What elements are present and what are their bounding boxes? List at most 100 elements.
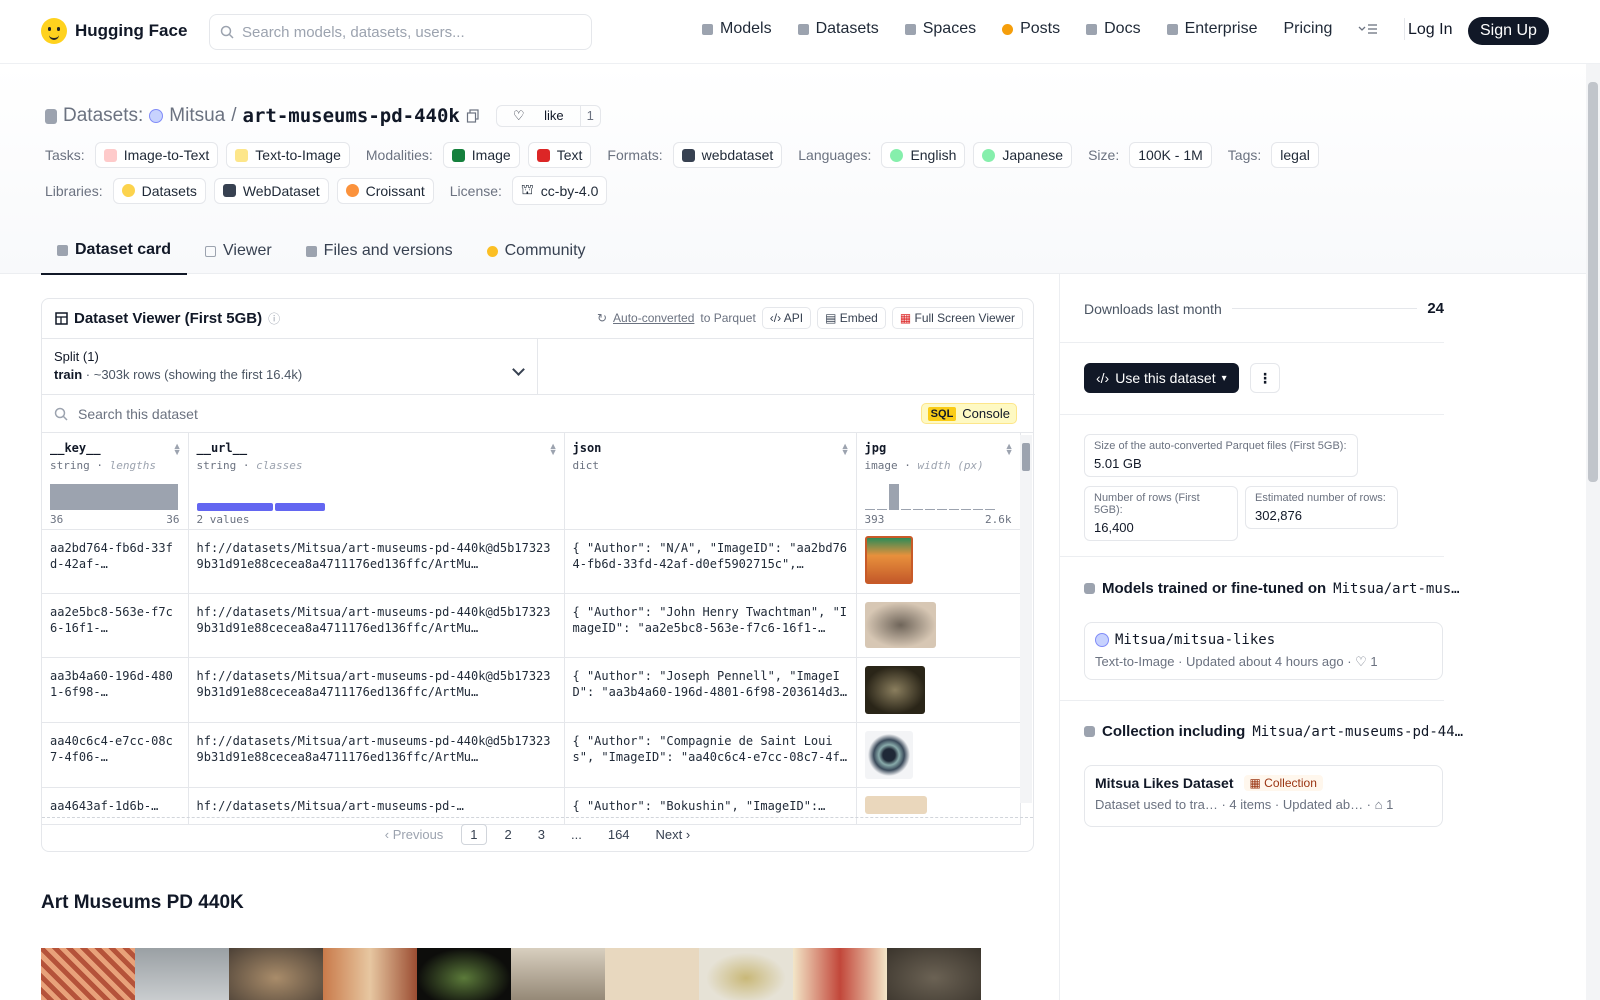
croissant-icon — [345, 184, 359, 197]
sort-icon[interactable]: ▲ ▼ — [173, 442, 182, 457]
dataset-viewer: Dataset Viewer (First 5GB) ⓘ ↻ Auto-conv… — [41, 298, 1035, 852]
logo-link[interactable]: Hugging Face — [41, 18, 187, 44]
tab-dataset-card[interactable]: Dataset card — [41, 235, 188, 275]
split-selector[interactable]: Split (1) train · ~303k rows (showing th… — [42, 339, 538, 395]
files-icon — [305, 245, 317, 257]
viewer-title: Dataset Viewer (First 5GB) — [74, 310, 263, 327]
tag-croissant-library[interactable]: Croissant — [336, 177, 434, 204]
page-button[interactable]: 164 — [600, 825, 638, 844]
page-button[interactable]: 2 — [497, 825, 520, 844]
gallery-image — [229, 948, 323, 1000]
tag-webdataset[interactable]: webdataset — [672, 142, 783, 168]
column-header-url[interactable]: __url__ string · classes ▲ ▼ 2 values — [188, 433, 565, 530]
cell-key: aa2e5bc8-563e-f7c6-16f1-… — [50, 604, 173, 635]
table-scrollbar[interactable] — [1020, 435, 1032, 803]
tag-text-to-image[interactable]: Text-to-Image — [226, 142, 350, 168]
community-icon — [486, 245, 498, 257]
class-distribution-bar — [196, 503, 325, 511]
nav-docs[interactable]: Docs — [1086, 20, 1141, 38]
fullscreen-viewer-button[interactable]: ▦ Full Screen Viewer — [891, 307, 1023, 329]
sort-icon[interactable]: ▲ ▼ — [1005, 442, 1014, 457]
info-icon[interactable]: ⓘ — [268, 310, 280, 327]
nav-pricing[interactable]: Pricing — [1283, 20, 1332, 38]
search-placeholder: Search models, datasets, users... — [242, 23, 465, 41]
image-thumbnail[interactable] — [864, 730, 913, 779]
owner-avatar — [149, 109, 164, 123]
tag-size[interactable]: 100K - 1M — [1129, 142, 1212, 168]
image-thumbnail[interactable] — [864, 535, 913, 584]
repo-name[interactable]: art-museums-pd-440k — [243, 105, 460, 127]
dataset-search-input[interactable]: Search this dataset SQL Console — [42, 395, 1033, 433]
embed-icon: ▤ — [825, 311, 840, 325]
table-row[interactable]: aa3b4a60-196d-4801-6f98-… hf://datasets/… — [42, 657, 1021, 723]
global-search-input[interactable]: Search models, datasets, users... — [209, 14, 592, 50]
cube-icon — [702, 23, 713, 35]
owner-link[interactable]: Mitsua — [169, 105, 225, 127]
tab-community[interactable]: Community — [471, 235, 602, 275]
like-button[interactable]: ♡ like 1 — [495, 105, 601, 127]
format-icon — [681, 148, 695, 162]
use-this-dataset-button[interactable]: ‹/› Use this dataset ▾ — [1084, 363, 1239, 393]
more-options-button[interactable]: ⋮ — [1250, 363, 1280, 393]
model-card[interactable]: Mitsua/mitsua-likes Text-to-Image · Upda… — [1084, 622, 1443, 680]
split-rows: ~303k rows (showing the first 16.4k) — [93, 367, 303, 382]
enterprise-icon — [1166, 23, 1178, 35]
auto-converted-link[interactable]: Auto-converted — [613, 311, 694, 325]
tag-text[interactable]: Text — [527, 142, 592, 168]
nav-posts[interactable]: Posts — [1002, 20, 1060, 38]
cell-url: hf://datasets/Mitsua/art-museums-pd-… — [196, 798, 464, 813]
tab-files[interactable]: Files and versions — [290, 235, 469, 275]
column-header-json[interactable]: json dict ▲ ▼ — [564, 433, 857, 530]
tag-image-to-text[interactable]: Image-to-Text — [94, 142, 219, 168]
search-icon — [54, 407, 68, 421]
split-label: Split (1) — [54, 349, 99, 364]
tag-legal[interactable]: legal — [1271, 142, 1319, 168]
sidebar-divider — [1060, 342, 1444, 343]
tag-english[interactable]: English — [881, 142, 966, 168]
table-row[interactable]: aa2e5bc8-563e-f7c6-16f1-… hf://datasets/… — [42, 593, 1021, 658]
nav-spaces[interactable]: Spaces — [904, 20, 976, 38]
page-scrollbar[interactable] — [1586, 64, 1600, 1000]
like-count: 1 — [579, 106, 600, 126]
table-row[interactable]: aa40c6c4-e7cc-08c7-4f06-… hf://datasets/… — [42, 722, 1021, 788]
cell-key: aa4643af-1d6b-… — [50, 798, 159, 813]
parquet-label: to Parquet — [700, 311, 756, 325]
sort-icon[interactable]: ▲ ▼ — [841, 442, 850, 457]
image-thumbnail[interactable] — [864, 795, 927, 814]
image-thumbnail[interactable] — [864, 601, 936, 648]
cell-url: hf://datasets/Mitsua/art-museums-pd-440k… — [196, 604, 551, 635]
api-button[interactable]: ‹/› API — [761, 307, 812, 329]
table-row[interactable]: aa2bd764-fb6d-33fd-42af-… hf://datasets/… — [42, 529, 1021, 594]
tag-image[interactable]: Image — [442, 142, 520, 168]
copy-icon[interactable] — [466, 109, 480, 123]
nav-models[interactable]: Models — [702, 20, 772, 38]
tag-webdataset-library[interactable]: WebDataset — [213, 177, 329, 204]
fullscreen-icon: ▦ — [899, 311, 915, 325]
collection-meta: Dataset used to tra… · 4 items · Updated… — [1095, 797, 1394, 812]
more-menu-button[interactable] — [1358, 22, 1378, 36]
nav-enterprise[interactable]: Enterprise — [1166, 20, 1257, 38]
image-gallery — [41, 948, 981, 1000]
tag-datasets-library[interactable]: Datasets — [112, 177, 206, 204]
nav-datasets[interactable]: Datasets — [797, 20, 879, 38]
signup-button[interactable]: Sign Up — [1468, 17, 1549, 45]
downloads-stat: Downloads last month 24 — [1084, 300, 1444, 317]
column-header-key[interactable]: __key__ string · lengths ▲ ▼ 36 36 — [42, 433, 189, 530]
sql-console-button[interactable]: SQL Console — [920, 403, 1017, 424]
sort-icon[interactable]: ▲ ▼ — [549, 442, 558, 457]
tag-license[interactable]: ⛫ cc-by-4.0 — [511, 176, 608, 205]
column-header-jpg[interactable]: jpg image · width (px) ▲ ▼ 393 2.6k — [856, 433, 1021, 530]
tag-japanese[interactable]: Japanese — [973, 142, 1073, 168]
next-page-button[interactable]: Next › — [648, 825, 699, 844]
breadcrumb-separator: / — [231, 105, 237, 126]
login-link[interactable]: Log In — [1408, 21, 1452, 39]
page-button[interactable]: 1 — [461, 824, 487, 845]
gallery-image — [417, 948, 511, 1000]
embed-button[interactable]: ▤ Embed — [817, 307, 886, 329]
image-thumbnail[interactable] — [864, 665, 925, 714]
previous-page-button[interactable]: ‹ Previous — [377, 825, 452, 844]
tab-viewer[interactable]: Viewer — [189, 235, 288, 275]
collection-card[interactable]: Mitsua Likes Dataset ▦ Collection Dataset… — [1084, 765, 1443, 827]
top-navbar: Hugging Face Search models, datasets, us… — [0, 0, 1600, 64]
page-button[interactable]: 3 — [530, 825, 553, 844]
